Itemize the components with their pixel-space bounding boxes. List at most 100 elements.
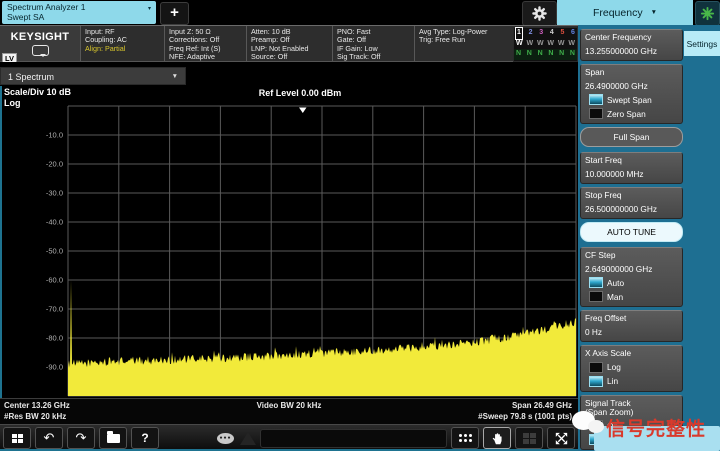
menu-title-dropdown[interactable]: Frequency ▼	[557, 0, 693, 25]
full-span-button[interactable]: Full Span	[580, 127, 683, 147]
trace-detectors-row: NNNNNN	[514, 49, 577, 60]
expand-arrows-icon	[555, 432, 568, 445]
radio-zero-span[interactable]: Zero Span	[589, 108, 678, 119]
radio-label: Auto	[607, 278, 624, 288]
trace-status-panel[interactable]: 123456 WWWWWW NNNNNN	[513, 27, 578, 62]
center-frequency-button[interactable]: Center Frequency 13.255000000 GHz	[580, 29, 683, 61]
busy-asterisk-icon	[700, 6, 715, 21]
add-tab-button[interactable]: +	[160, 2, 189, 25]
system-info-line: Source: Off	[251, 53, 332, 61]
message-bubble-button[interactable]: ●●●	[217, 433, 234, 444]
freq-offset-button[interactable]: Freq Offset 0 Hz	[580, 310, 683, 342]
system-info-columns: Input: RFCoupling: ACAlign: PartialInput…	[80, 26, 578, 61]
system-info-column[interactable]: Atten: 10 dBPreamp: OffLNP: Not EnabledS…	[246, 26, 332, 61]
menu-item-label: X Axis Scale	[585, 349, 678, 359]
help-button[interactable]: ?	[131, 427, 159, 449]
chevron-down-icon: ▼	[651, 9, 657, 16]
quad-squares-icon	[523, 433, 536, 444]
windows-start-button[interactable]	[3, 427, 31, 449]
screen-left-edge	[0, 86, 2, 398]
span-button[interactable]: Span 26.4900000 GHz Swept Span Zero Span	[580, 64, 683, 124]
brand-logo: KEYSIGHT	[11, 31, 70, 43]
folder-icon	[107, 434, 120, 443]
start-freq-button[interactable]: Start Freq 10.000000 MHz	[580, 152, 683, 184]
menu-item-label: Freq Offset	[585, 314, 678, 324]
auto-tune-button[interactable]: AUTO TUNE	[580, 222, 683, 242]
svg-text:-50.0: -50.0	[46, 247, 63, 256]
measurement-bar: ▼ 1 Spectrum	[0, 62, 578, 86]
speech-bubble-icon	[32, 45, 49, 56]
tab-caret-icon: ▾	[148, 5, 151, 15]
bottom-toolbar: ↶ ↷ ? ●●●	[0, 424, 578, 451]
radio-indicator	[589, 362, 603, 373]
res-bw-annotation: #Res BW 20 kHz	[4, 412, 70, 423]
trace-plot: -10.0-20.0-30.0-40.0-50.0-60.0-70.0-80.0…	[0, 86, 578, 398]
frequency-menu: Center Frequency 13.255000000 GHz Span 2…	[580, 29, 683, 451]
display-dots-button[interactable]	[451, 427, 479, 449]
menu-item-value: 10.000000 MHz	[585, 170, 678, 180]
trace-numbers-row: 123456	[514, 28, 577, 39]
sweep-annotation: #Sweep 79.8 s (1001 pts)	[478, 412, 572, 423]
spectrum-display[interactable]: Scale/Div 10 dB Log Ref Level 0.00 dBm -…	[0, 86, 578, 398]
trace-indicator: N	[559, 49, 564, 60]
fullscreen-button[interactable]	[547, 427, 575, 449]
menu-item-label: Start Freq	[585, 156, 678, 166]
trace-indicator: N	[548, 49, 553, 60]
radio-label: Swept Span	[607, 95, 652, 105]
svg-text:-10.0: -10.0	[46, 131, 63, 140]
radio-label: Man	[607, 292, 623, 302]
stop-freq-button[interactable]: Stop Freq 26.500000000 GHz	[580, 187, 683, 219]
radio-swept-span[interactable]: Swept Span	[589, 94, 678, 105]
system-info-line: Align: Partial	[85, 45, 164, 53]
radio-x-scale-log[interactable]: Log	[589, 362, 678, 373]
trace-indicator: 2	[529, 28, 533, 39]
help-icon: ?	[141, 431, 148, 445]
ref-marker-icon	[299, 108, 307, 114]
system-info-column[interactable]: Input: RFCoupling: ACAlign: Partial	[80, 26, 164, 61]
radio-label: Log	[607, 362, 621, 372]
trace-indicator: 1	[516, 28, 522, 39]
svg-text:-70.0: -70.0	[46, 305, 63, 314]
notch-icon	[240, 432, 256, 445]
menu-item-value: 26.4900000 GHz	[585, 82, 678, 92]
app-window: Spectrum Analyzer 1 ▾ Swept SA + Frequen…	[0, 0, 720, 451]
window-layout-button[interactable]	[515, 427, 543, 449]
menu-item-label: Center Frequency	[585, 33, 678, 43]
redo-button[interactable]: ↷	[67, 427, 95, 449]
trace-indicator: W	[547, 39, 554, 50]
system-info-line: Trig: Free Run	[419, 36, 510, 44]
measurement-selector-label: 1 Spectrum	[8, 72, 54, 82]
radio-indicator	[589, 277, 603, 288]
menu-item-value: 26.500000000 GHz	[585, 205, 678, 215]
system-info-column[interactable]: Input Z: 50 ΩCorrections: OffFreq Ref: I…	[164, 26, 246, 61]
system-settings-button[interactable]	[522, 1, 557, 26]
tab-spectrum-analyzer[interactable]: Spectrum Analyzer 1 ▾ Swept SA	[2, 1, 156, 24]
redo-icon: ↷	[76, 432, 87, 445]
trace-indicator: 4	[550, 28, 554, 39]
trace-indicator: N	[570, 49, 575, 60]
radio-indicator	[589, 291, 603, 302]
radio-label: Zero Span	[607, 109, 646, 119]
radio-cf-step-man[interactable]: Man	[589, 291, 678, 302]
menu-item-label: Stop Freq	[585, 191, 678, 201]
cf-step-button[interactable]: CF Step 2.649000000 GHz Auto Man	[580, 247, 683, 307]
svg-text:-20.0: -20.0	[46, 160, 63, 169]
system-info-column[interactable]: Avg Type: Log-PowerTrig: Free Run	[414, 26, 510, 61]
ellipsis-icon: ●●●	[219, 435, 231, 441]
trace-indicator: W	[537, 39, 544, 50]
touch-pointer-button[interactable]	[483, 427, 511, 449]
x-axis-scale-group[interactable]: X Axis Scale Log Lin	[580, 345, 683, 392]
svg-text:-30.0: -30.0	[46, 189, 63, 198]
undo-button[interactable]: ↶	[35, 427, 63, 449]
file-button[interactable]	[99, 427, 127, 449]
radio-x-scale-lin[interactable]: Lin	[589, 376, 678, 387]
svg-text:-90.0: -90.0	[46, 363, 63, 372]
tab-settings[interactable]: Settings	[684, 31, 720, 56]
measurement-selector[interactable]: ▼ 1 Spectrum	[0, 67, 186, 85]
system-info-column[interactable]: PNO: FastGate: OffIF Gain: LowSig Track:…	[332, 26, 414, 61]
radio-cf-step-auto[interactable]: Auto	[589, 277, 678, 288]
undo-icon: ↶	[44, 432, 55, 445]
status-entry-strip[interactable]	[260, 429, 447, 448]
menu-title: Frequency	[593, 7, 643, 19]
radio-indicator	[589, 108, 603, 119]
